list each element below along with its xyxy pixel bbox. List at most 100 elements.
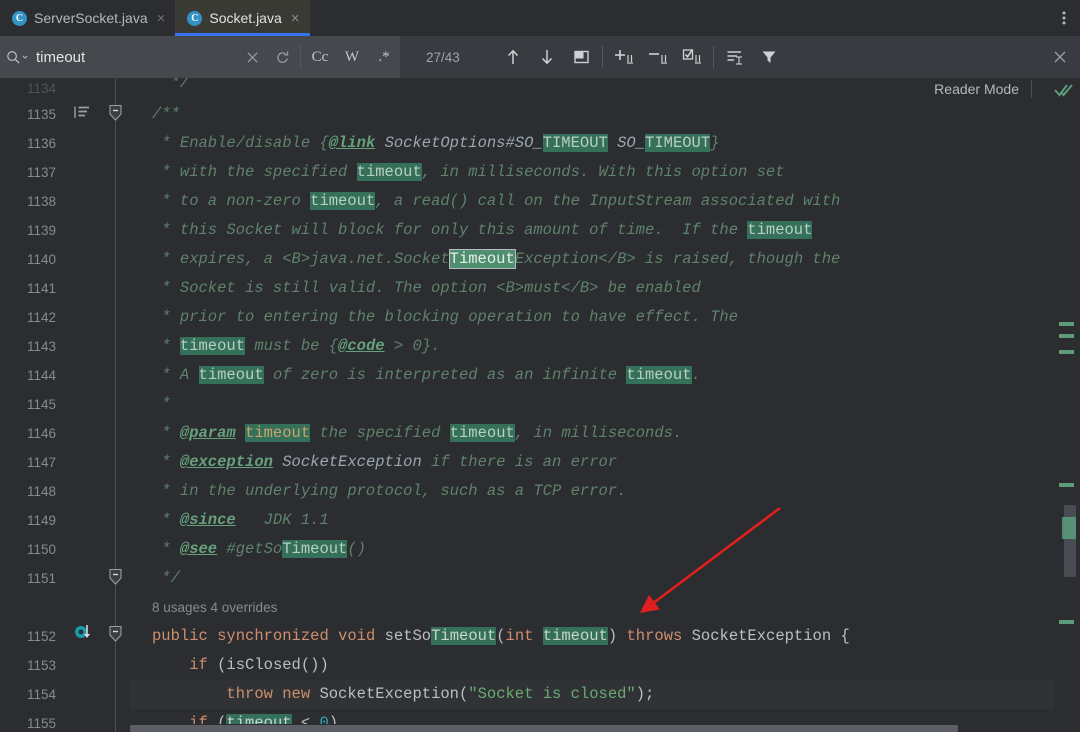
tab-label: ServerSocket.java (34, 10, 148, 26)
add-selection-button[interactable] (607, 36, 641, 78)
close-icon[interactable]: × (289, 11, 300, 26)
overridden-method-gutter-icon[interactable] (74, 622, 96, 647)
occurrence-marker (1059, 322, 1074, 326)
fold-collapse-icon[interactable] (108, 625, 123, 648)
fold-collapse-icon[interactable] (108, 568, 123, 591)
line-number: 1144 (0, 361, 64, 390)
line-number: 1134 (0, 78, 64, 100)
line-number: 1143 (0, 332, 64, 361)
code-line-1151[interactable]: */ (130, 564, 1080, 593)
tab-socket-java[interactable]: C Socket.java × (175, 0, 309, 36)
close-icon[interactable]: × (155, 11, 166, 26)
code-line-1137[interactable]: * with the specified timeout, in millise… (130, 158, 1080, 187)
ide-window: C ServerSocket.java × C Socket.java × (0, 0, 1080, 732)
next-occurrence-button[interactable] (530, 36, 564, 78)
regex-toggle[interactable]: .* (368, 36, 400, 78)
java-class-icon: C (187, 11, 202, 26)
tab-serversocket-java[interactable]: C ServerSocket.java × (0, 0, 175, 36)
marker-scrollbar[interactable] (1054, 78, 1080, 732)
filter-icon[interactable] (752, 36, 786, 78)
line-number: 1145 (0, 390, 64, 419)
line-number: 1139 (0, 216, 64, 245)
search-input[interactable]: timeout (34, 49, 237, 66)
find-toolbar: timeout Cc W .* 27/43 (0, 36, 1080, 78)
code-line-1140[interactable]: * expires, a <B>java.net.SocketTimeoutEx… (130, 245, 1080, 274)
occurrence-marker (1059, 483, 1074, 487)
history-rotate-icon[interactable] (267, 36, 297, 78)
line-number: 1136 (0, 129, 64, 158)
code-line-1146[interactable]: * @param timeout the specified timeout, … (130, 419, 1080, 448)
vertical-scrollbar-thumb[interactable] (1064, 505, 1076, 577)
code-line-1145[interactable]: * (130, 390, 1080, 419)
line-number: 1147 (0, 448, 64, 477)
lines-text-icon[interactable] (718, 36, 752, 78)
close-find-toolbar-button[interactable] (1040, 36, 1080, 78)
code-text-area[interactable]: */ /** * Enable/disable {@link SocketOpt… (130, 78, 1080, 732)
line-number: 1153 (0, 651, 64, 680)
line-number: 1137 (0, 158, 64, 187)
search-icon[interactable] (0, 50, 34, 65)
select-all-occurrences-button[interactable] (675, 36, 709, 78)
occurrence-marker (1059, 620, 1074, 624)
double-check-icon[interactable] (1054, 82, 1074, 103)
code-line-1135[interactable]: /** (130, 100, 1080, 129)
code-line-1148[interactable]: * in the underlying protocol, such as a … (130, 477, 1080, 506)
words-toggle[interactable]: W (336, 36, 368, 78)
line-number: 1142 (0, 303, 64, 332)
code-line-1154[interactable]: throw new SocketException("Socket is clo… (130, 680, 1080, 709)
remove-selection-button[interactable] (641, 36, 675, 78)
divider (602, 46, 603, 68)
fold-collapse-icon[interactable] (108, 104, 123, 127)
line-number: 1138 (0, 187, 64, 216)
current-match-highlight: Timeout (450, 250, 515, 268)
reader-mode-widget[interactable]: Reader Mode (934, 80, 1032, 98)
line-number: 1141 (0, 274, 64, 303)
code-line-1143[interactable]: * timeout must be {@code > 0}. (130, 332, 1080, 361)
code-line-1144[interactable]: * A timeout of zero is interpreted as an… (130, 361, 1080, 390)
code-line-1147[interactable]: * @exception SocketException if there is… (130, 448, 1080, 477)
line-number: 1148 (0, 477, 64, 506)
line-number-column: 1134 1135 1136 1137 1138 1139 1140 1141 … (0, 78, 64, 732)
match-counter: 27/43 (400, 50, 496, 65)
editor-tab-bar: C ServerSocket.java × C Socket.java × (0, 0, 1080, 36)
search-field[interactable]: timeout Cc W .* (0, 36, 400, 78)
line-number: 1149 (0, 506, 64, 535)
reader-mode-label: Reader Mode (934, 81, 1019, 97)
code-line-1136[interactable]: * Enable/disable {@link SocketOptions#SO… (130, 129, 1080, 158)
line-number: 1151 (0, 564, 64, 593)
line-number: 1150 (0, 535, 64, 564)
line-number: 1155 (0, 709, 64, 732)
line-number: 1154 (0, 680, 64, 709)
divider (1031, 80, 1032, 98)
code-line-1141[interactable]: * Socket is still valid. The option <B>m… (130, 274, 1080, 303)
code-line-1142[interactable]: * prior to entering the blocking operati… (130, 303, 1080, 332)
line-number: 1140 (0, 245, 64, 274)
code-line-1139[interactable]: * this Socket will block for only this a… (130, 216, 1080, 245)
code-line-1150[interactable]: * @see #getSoTimeout() (130, 535, 1080, 564)
tab-label: Socket.java (209, 10, 281, 26)
code-line-1138[interactable]: * to a non-zero timeout, a read() call o… (130, 187, 1080, 216)
line-number: 1146 (0, 419, 64, 448)
open-in-find-window-button[interactable] (564, 36, 598, 78)
javadoc-gutter-icon[interactable] (74, 105, 91, 125)
code-editor[interactable]: 1134 1135 1136 1137 1138 1139 1140 1141 … (0, 78, 1080, 732)
match-case-toggle[interactable]: Cc (304, 36, 336, 78)
divider (300, 45, 301, 69)
line-number: 1135 (0, 100, 64, 129)
code-line-1152[interactable]: public synchronized void setSoTimeout(in… (130, 622, 1080, 651)
code-line-1149[interactable]: * @since JDK 1.1 (130, 506, 1080, 535)
usages-inlay-hint[interactable]: 8 usages 4 overrides (130, 593, 1080, 622)
divider (713, 46, 714, 68)
occurrence-marker (1059, 334, 1074, 338)
horizontal-scrollbar-thumb[interactable] (130, 725, 958, 732)
occurrence-marker (1059, 350, 1074, 354)
more-vertical-icon[interactable] (1048, 0, 1080, 36)
editor-gutter[interactable]: 1134 1135 1136 1137 1138 1139 1140 1141 … (0, 78, 130, 732)
horizontal-scrollbar[interactable] (130, 724, 1054, 732)
previous-occurrence-button[interactable] (496, 36, 530, 78)
line-number-spacer (0, 593, 64, 622)
java-class-icon: C (12, 11, 27, 26)
code-line-1153[interactable]: if (isClosed()) (130, 651, 1080, 680)
clear-search-icon[interactable] (237, 36, 267, 78)
chevron-down-icon (22, 54, 28, 60)
